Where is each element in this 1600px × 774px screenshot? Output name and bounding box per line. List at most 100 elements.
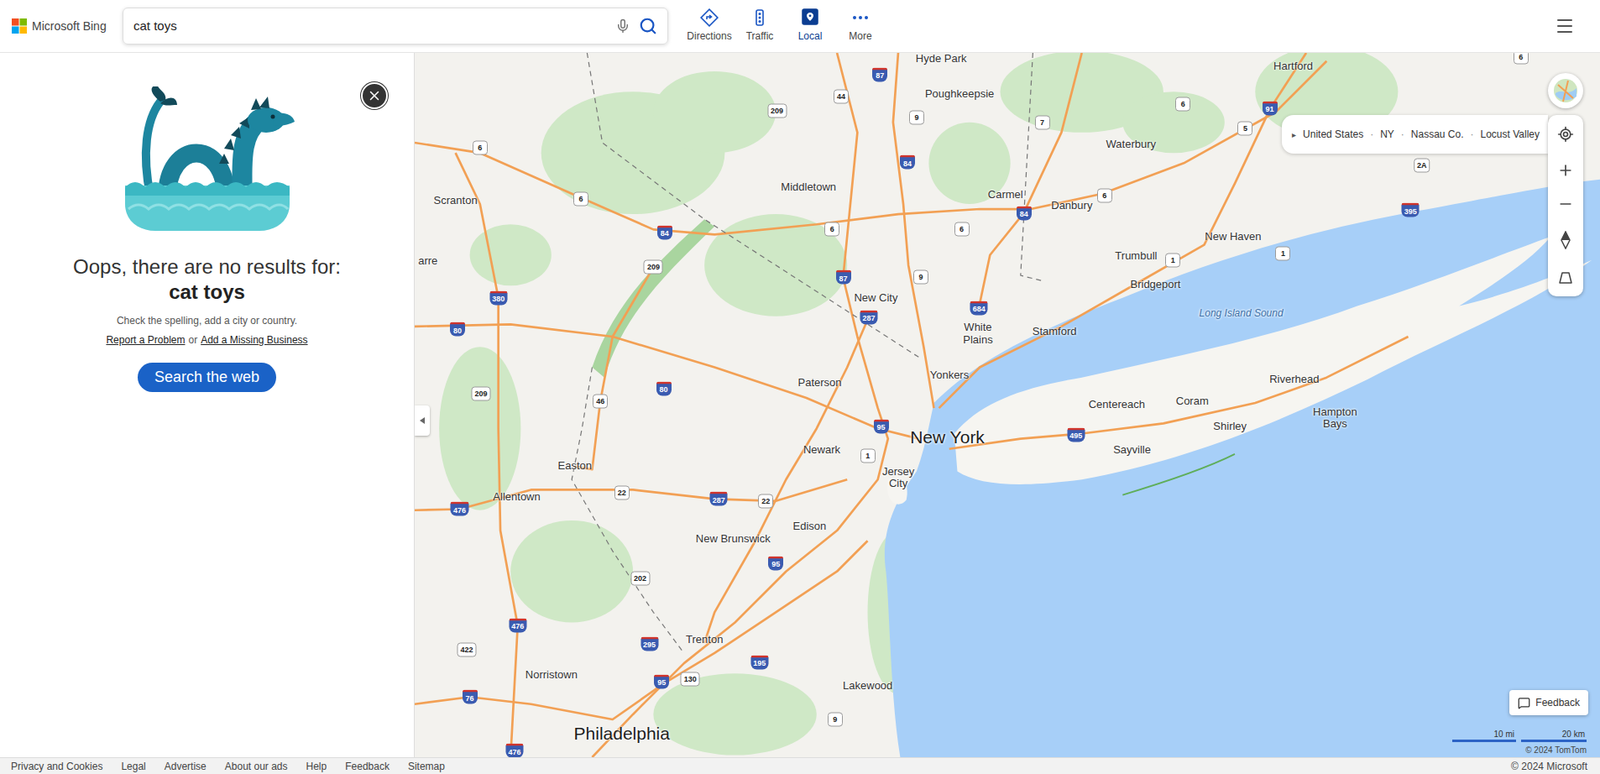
nav-item[interactable]: Directions xyxy=(686,8,733,44)
top-bar: Microsoft Bing cat toys DirectionsTrafficL… xyxy=(0,0,1600,53)
route-shield: 87 xyxy=(872,67,888,82)
route-shield: 287 xyxy=(710,491,728,507)
route-shield: 209 xyxy=(643,260,664,275)
route-shield: 295 xyxy=(640,636,659,651)
map-attribution: © 2024 TomTom xyxy=(1525,744,1587,756)
route-shield: 684 xyxy=(970,300,989,315)
links-row: Report a ProblemorAdd a Missing Business xyxy=(105,332,308,348)
route-shield: 46 xyxy=(592,393,608,408)
place-label: Newark xyxy=(803,444,841,456)
place-label: Trumbull xyxy=(1114,250,1157,262)
zoom-out-button[interactable] xyxy=(1557,187,1574,221)
route-shield: 95 xyxy=(653,674,670,689)
minus-icon xyxy=(1557,195,1574,213)
locate-me-button[interactable] xyxy=(1557,115,1574,154)
footer-link[interactable]: Sitemap xyxy=(407,758,445,774)
feedback-button[interactable]: Feedback xyxy=(1509,690,1589,716)
breadcrumb-item[interactable]: United States xyxy=(1302,126,1364,142)
place-label: arre xyxy=(418,255,438,267)
nav-item[interactable]: More xyxy=(837,8,884,44)
place-label: Riverhead xyxy=(1269,373,1319,386)
place-label: Yonkers xyxy=(930,369,970,382)
place-label: Trenton xyxy=(685,633,723,646)
place-label: Waterbury xyxy=(1106,138,1156,151)
map-style-icon xyxy=(1552,78,1579,104)
footer-link[interactable]: Feedback xyxy=(345,758,390,774)
route-shield: 130 xyxy=(680,672,701,687)
footer-link[interactable]: Advertise xyxy=(164,758,207,774)
place-label: Sayville xyxy=(1113,444,1151,456)
hint-text: Check the spelling, add a city or countr… xyxy=(116,313,298,329)
place-label: New Haven xyxy=(1204,230,1261,243)
microphone-icon[interactable] xyxy=(615,18,631,34)
footer-link[interactable]: Help xyxy=(306,758,328,774)
place-label: Long Island Sound xyxy=(1199,308,1284,320)
route-shield: 476 xyxy=(508,617,527,633)
footer-link[interactable]: About our ads xyxy=(224,758,288,774)
route-shield: 87 xyxy=(836,270,852,285)
location-breadcrumb[interactable]: ▸United States·NY·Nassau Co.·Locust Vall… xyxy=(1281,115,1548,154)
search-web-button[interactable]: Search the web xyxy=(137,362,277,393)
search-icon[interactable] xyxy=(638,16,658,36)
route-shield: 209 xyxy=(470,386,491,401)
place-label: Carmel xyxy=(988,188,1024,201)
place-label: Centereach xyxy=(1088,398,1146,411)
search-input[interactable]: cat toys xyxy=(133,16,616,37)
search-box[interactable]: cat toys xyxy=(122,7,669,45)
report-problem-link[interactable]: Report a Problem xyxy=(105,332,185,348)
birds-eye-button[interactable] xyxy=(1558,259,1574,297)
sea-monster-illustration-icon xyxy=(116,86,299,233)
route-shield: 22 xyxy=(614,485,630,500)
birds-eye-icon xyxy=(1558,270,1574,286)
collapse-panel-tab[interactable] xyxy=(414,405,430,436)
no-results-query: cat toys xyxy=(168,279,246,305)
collapse-arrow-icon xyxy=(419,417,425,424)
footer: Privacy and Cookies Legal Advertise About o… xyxy=(0,757,1600,774)
route-shield: 7 xyxy=(1035,115,1051,130)
route-shield: 76 xyxy=(462,690,478,705)
breadcrumb-arrow[interactable]: ▸ xyxy=(1291,128,1297,142)
place-label: Hartford xyxy=(1273,60,1313,73)
map-style-button[interactable] xyxy=(1547,73,1584,109)
route-shield: 95 xyxy=(768,555,784,570)
route-shield: 80 xyxy=(449,322,466,337)
route-shield: 80 xyxy=(656,381,672,396)
locate-icon xyxy=(1557,125,1574,143)
route-shield: 1 xyxy=(1275,246,1291,262)
route-shield: 476 xyxy=(506,743,524,758)
route-shield: 287 xyxy=(859,309,878,325)
close-button[interactable] xyxy=(360,82,388,110)
local-pin-icon xyxy=(800,8,820,27)
copyright: © 2024 Microsoft xyxy=(1511,758,1590,774)
route-shield: 495 xyxy=(1066,427,1085,442)
hamburger-menu-icon[interactable] xyxy=(1554,15,1575,37)
route-shield: 22 xyxy=(758,493,774,508)
route-shield: 9 xyxy=(913,270,929,285)
bing-logo[interactable]: Microsoft Bing xyxy=(0,17,123,36)
place-label: Scranton xyxy=(433,194,478,207)
route-shield: 84 xyxy=(1016,205,1032,220)
route-shield: 9 xyxy=(909,109,925,125)
nav-item[interactable]: Traffic xyxy=(737,8,783,44)
place-label: New York xyxy=(909,428,985,448)
breadcrumb-item[interactable]: NY xyxy=(1380,126,1395,142)
footer-link[interactable]: Legal xyxy=(120,758,146,774)
breadcrumb-item[interactable]: Locust Valley xyxy=(1480,126,1540,142)
place-label: New Brunswick xyxy=(695,532,771,544)
breadcrumb-item[interactable]: Nassau Co. xyxy=(1411,126,1465,142)
nav-bar: DirectionsTrafficLocalMore xyxy=(686,8,884,44)
main-area: Oops, there are no results for:cat toysC… xyxy=(0,52,1600,758)
place-label: Danbury xyxy=(1050,199,1093,212)
place-label: Norristown xyxy=(525,669,578,681)
compass-button[interactable] xyxy=(1559,220,1572,260)
zoom-in-button[interactable] xyxy=(1557,153,1574,188)
route-shield: 84 xyxy=(657,224,673,240)
nav-item[interactable]: Local xyxy=(787,8,833,44)
route-shield: 6 xyxy=(1513,52,1529,64)
route-shield: 2A xyxy=(1413,157,1431,173)
map[interactable]: Hyde ParkPoughkeepsieHartfordWaterburyMi… xyxy=(414,52,1600,758)
map-controls: ▸United States·NY·Nassau Co.·Locust Vall… xyxy=(1281,73,1584,297)
route-shield: 380 xyxy=(489,290,508,305)
add-business-link[interactable]: Add a Missing Business xyxy=(200,332,308,348)
footer-link[interactable]: Privacy and Cookies xyxy=(10,758,103,774)
